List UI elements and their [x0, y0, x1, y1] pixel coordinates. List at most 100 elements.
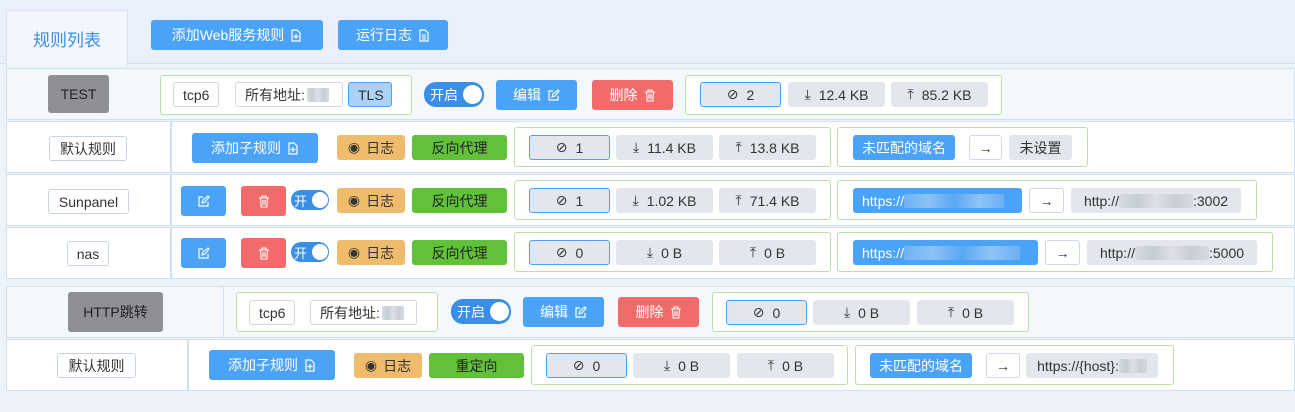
link-icon: ⊘ — [555, 192, 568, 208]
log-button[interactable]: ◉ 日志 — [337, 188, 405, 213]
rule-type-badge: 反向代理 — [412, 188, 507, 213]
edit-rule-button[interactable] — [181, 238, 226, 268]
download-icon: ⤓ — [633, 139, 640, 155]
rule-type-badge: 反向代理 — [412, 135, 507, 160]
download-stat: ⤓ 0 B — [616, 240, 713, 265]
link-icon: ⊘ — [572, 357, 585, 373]
upload-stat: ⤒ 0 B — [719, 240, 816, 265]
download-icon: ⤓ — [804, 86, 811, 102]
download-stat: ⤓ 1.02 KB — [616, 188, 713, 213]
delete-rule-button[interactable] — [241, 238, 286, 268]
edit-group-button[interactable]: 编辑 — [496, 80, 577, 110]
tls-chip: TLS — [348, 82, 392, 107]
upload-stat: ⤒ 13.8 KB — [719, 135, 816, 160]
trash-icon — [258, 194, 270, 208]
add-sub-rule-button[interactable]: 添加子规则 — [209, 350, 335, 380]
download-stat: ⤓ 12.4 KB — [788, 82, 885, 107]
target-chip: 未设置 — [1009, 135, 1072, 160]
link-icon: ⊘ — [726, 86, 739, 102]
log-button[interactable]: ◉ 日志 — [337, 240, 405, 265]
address-chip: 所有地址: — [310, 300, 417, 325]
address-chip: 所有地址: — [235, 82, 343, 107]
edit-group-button[interactable]: 编辑 — [523, 297, 604, 327]
match-chip: 未匹配的域名 — [870, 353, 972, 378]
upload-icon: ⤒ — [735, 139, 742, 155]
log-button[interactable]: ◉ 日志 — [337, 135, 405, 160]
sub-rule-name: nas — [67, 241, 109, 266]
rule-type-badge: 重定向 — [429, 353, 524, 378]
download-stat: ⤓ 0 B — [813, 300, 910, 325]
link-icon: ⊘ — [555, 244, 568, 260]
connections-stat: ⊘ 0 — [546, 353, 627, 378]
group-name-tag: HTTP跳转 — [68, 292, 163, 332]
download-stat: ⤓ 0 B — [633, 353, 730, 378]
edit-rule-button[interactable] — [181, 186, 226, 216]
delete-group-button[interactable]: 删除 — [618, 297, 699, 327]
link-icon: ⊘ — [555, 139, 568, 155]
default-rule-label: 默认规则 — [57, 353, 136, 378]
arrow-right-icon: → — [986, 353, 1020, 378]
eye-icon: ◉ — [347, 139, 361, 155]
rule-enable-toggle[interactable]: 开 — [291, 190, 329, 210]
connections-stat: ⊘ 0 — [529, 240, 610, 265]
source-url-chip: https:// — [853, 240, 1038, 265]
trash-icon — [258, 246, 270, 260]
arrow-right-icon: → — [1029, 188, 1064, 213]
delete-rule-button[interactable] — [241, 186, 286, 216]
upload-stat: ⤒ 85.2 KB — [891, 82, 988, 107]
eye-icon: ◉ — [364, 357, 378, 373]
document-add-icon — [304, 358, 316, 372]
run-log-button[interactable]: 运行日志 — [338, 20, 448, 50]
add-sub-rule-button[interactable]: 添加子规则 — [192, 133, 318, 163]
rule-enable-toggle[interactable]: 开 — [291, 242, 329, 262]
download-icon: ⤓ — [843, 304, 851, 320]
download-icon: ⤓ — [632, 192, 639, 208]
download-icon: ⤓ — [663, 357, 671, 373]
link-icon: ⊘ — [752, 304, 765, 320]
edit-icon — [574, 305, 587, 319]
default-rule-label: 默认规则 — [49, 136, 127, 161]
upload-stat: ⤒ 0 B — [737, 353, 834, 378]
edit-icon — [547, 88, 560, 102]
connections-stat: ⊘ 0 — [726, 300, 807, 325]
connections-stat: ⊘ 2 — [700, 82, 781, 107]
arrow-right-icon: → — [969, 135, 1002, 160]
protocol-chip: tcp6 — [173, 82, 220, 107]
add-web-rule-button[interactable]: 添加Web服务规则 — [151, 20, 323, 50]
edit-icon — [197, 194, 210, 208]
trash-icon — [644, 88, 656, 102]
group-enable-toggle[interactable]: 开启 — [451, 299, 511, 324]
upload-icon: ⤒ — [735, 192, 742, 208]
tab-rules-list[interactable]: 规则列表 — [6, 10, 128, 66]
target-url-chip: https://{host}: — [1026, 353, 1158, 378]
trash-icon — [670, 305, 682, 319]
group-enable-toggle[interactable]: 开启 — [424, 82, 484, 107]
source-url-chip: https:// — [853, 188, 1022, 213]
upload-stat: ⤒ 0 B — [917, 300, 1014, 325]
upload-icon: ⤒ — [907, 86, 914, 102]
target-url-chip: http://:5000 — [1087, 240, 1257, 265]
sub-rule-name: Sunpanel — [48, 189, 129, 214]
delete-group-button[interactable]: 删除 — [592, 80, 673, 110]
match-chip: 未匹配的域名 — [853, 135, 955, 160]
upload-icon: ⤒ — [749, 244, 757, 260]
upload-icon: ⤒ — [767, 357, 775, 373]
arrow-right-icon: → — [1045, 240, 1080, 265]
document-add-icon — [290, 28, 302, 42]
connections-stat: ⊘ 1 — [529, 135, 610, 160]
target-url-chip: http://:3002 — [1071, 188, 1241, 213]
protocol-chip: tcp6 — [249, 300, 296, 325]
edit-icon — [197, 246, 210, 260]
eye-icon: ◉ — [347, 244, 361, 260]
group-name-tag: TEST — [48, 75, 109, 113]
document-icon — [418, 28, 430, 42]
download-icon: ⤓ — [646, 244, 654, 260]
upload-icon: ⤒ — [947, 304, 955, 320]
connections-stat: ⊘ 1 — [529, 188, 610, 213]
eye-icon: ◉ — [347, 192, 361, 208]
download-stat: ⤓ 11.4 KB — [616, 135, 713, 160]
log-button[interactable]: ◉ 日志 — [354, 353, 422, 378]
document-add-icon — [287, 141, 299, 155]
upload-stat: ⤒ 71.4 KB — [719, 188, 816, 213]
rule-type-badge: 反向代理 — [412, 240, 507, 265]
